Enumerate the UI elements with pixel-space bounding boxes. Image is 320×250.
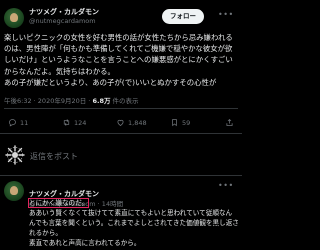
reply-line: れるから。	[29, 229, 62, 237]
timestamp[interactable]: 午後6:32 · 2020年9月20日 ·	[4, 97, 92, 105]
reply-more-icon[interactable]: •••	[218, 181, 234, 190]
reply-line: 素直であれと声高に言われてるから。	[29, 239, 141, 247]
follow-button[interactable]: フォロー	[162, 9, 204, 24]
tweet-line: あの子が嫌だというより、あの子が(で)いいとぬかすその心性が	[4, 77, 217, 87]
tweet-line: しいだけ」というようなことを言うことへの嫌悪感がとにかくすごい	[4, 55, 233, 65]
reply-icon	[9, 119, 16, 127]
retweet-count: 124	[74, 118, 87, 127]
like-action[interactable]: 1,848	[116, 118, 147, 127]
divider	[4, 108, 238, 109]
composer-avatar	[5, 145, 25, 165]
tweet-line: 楽しいピクニックの女性を好む男性の話が女性たちから忌み嫌われる	[4, 33, 233, 42]
share-icon	[226, 118, 233, 126]
reply-highlight-line: とにかく嫌なのだ。	[27, 198, 239, 208]
reply-input[interactable]: 返信をポスト	[30, 151, 230, 162]
tweet-line: のは、男性陣が「何もかも準備してくれてご機嫌で穏やかな彼女が欲	[4, 44, 233, 54]
reply-line: ああいう賢くなくて抜けてて素直にてもよいと思われていて従順なん	[29, 209, 233, 217]
heart-icon	[117, 119, 124, 126]
more-options-icon[interactable]: •••	[218, 10, 234, 19]
bookmark-icon	[172, 119, 177, 127]
retweet-icon	[63, 119, 70, 126]
share-action[interactable]	[225, 118, 234, 127]
reply-avatar[interactable]	[4, 181, 24, 201]
reply-line: んでも言葉を聞くという。これまでよしとされてきた価値観を黒し返さ	[29, 219, 239, 227]
reply-text: とにかく嫌なのだ。 ああいう賢くなくて抜けてて素直にてもよいと思われていて従順な…	[27, 198, 239, 248]
tweet-text: 楽しいピクニックの女性を好む男性の話が女性たちから忌み嫌われる のは、男性陣が「…	[4, 32, 240, 88]
bookmark-action[interactable]: 59	[170, 118, 190, 127]
view-suffix: 件の表示	[110, 97, 139, 105]
avatar[interactable]	[4, 8, 24, 28]
retweet-action[interactable]: 124	[62, 118, 86, 127]
tweet-line: からなんだよ。気持ちはわかる。	[4, 66, 115, 76]
like-count: 1,848	[128, 118, 147, 127]
author-handle[interactable]: @nutmegcardamom	[29, 17, 96, 25]
highlighted-phrase: とにかく嫌なのだ。	[27, 198, 90, 208]
bookmark-count: 59	[182, 118, 191, 127]
view-count: 6.8万	[92, 97, 111, 105]
divider	[0, 133, 242, 134]
author-name[interactable]: ナツメグ・カルダモン	[29, 7, 99, 17]
reply-count: 11	[20, 118, 29, 127]
ornament-avatar-icon	[5, 145, 25, 165]
tweet-meta: 午後6:32 · 2020年9月20日 · 6.8万 件の表示	[4, 95, 139, 105]
reply-action[interactable]: 11	[8, 118, 28, 127]
divider	[0, 175, 242, 176]
